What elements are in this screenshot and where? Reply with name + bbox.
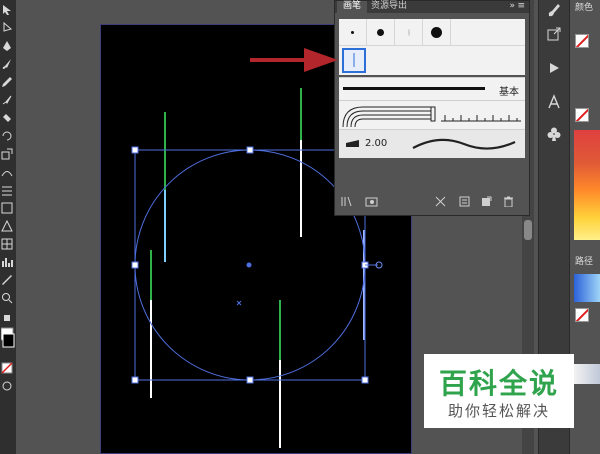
brush-cell-dot-faint[interactable]: [395, 19, 423, 46]
brush-row-pattern[interactable]: [339, 100, 525, 129]
brush-row-calligraphy[interactable]: 2.00: [339, 129, 525, 158]
watermark-logo: 百科全说 助你轻松解决: [424, 354, 574, 428]
options-icon[interactable]: [459, 196, 470, 207]
brush-cell-empty: [451, 19, 525, 46]
brush-row-basic[interactable]: 基本: [339, 77, 525, 100]
none-color-swatch[interactable]: [575, 34, 589, 48]
none-color-swatch-3[interactable]: [575, 308, 589, 322]
brush-basic-label: 基本: [499, 87, 519, 98]
brushes-panel-icon[interactable]: [546, 2, 562, 18]
scrollbar-thumb[interactable]: [524, 220, 532, 240]
brush-cell-dot-large[interactable]: [423, 19, 451, 46]
type-icon[interactable]: [546, 94, 562, 110]
watermark-title: 百科全说: [438, 367, 559, 400]
club-symbol-icon[interactable]: [546, 126, 562, 142]
watermark-subtitle: 助你轻松解决: [447, 402, 550, 420]
panel-footer: [335, 193, 529, 213]
panel-menu-icon[interactable]: ≡: [517, 1, 525, 12]
tab-pathfinder[interactable]: 路径: [575, 254, 593, 267]
tab-brushes[interactable]: 画笔: [337, 1, 368, 13]
panel-tab-bar: 画笔 资源导出 » ≡: [335, 1, 529, 13]
library-panel-icon[interactable]: [365, 196, 378, 207]
brushes-panel: 画笔 资源导出 » ≡ 基本 2.00: [334, 0, 530, 216]
gradient-swatch-light[interactable]: [574, 364, 600, 384]
calligraphy-brush-icon: [346, 140, 359, 147]
brush-cell-selected[interactable]: [342, 48, 366, 73]
export-icon[interactable]: [546, 26, 562, 42]
brush-size-value: 2.00: [365, 138, 388, 149]
brush-thumbnail-grid: [339, 19, 525, 75]
center-point: [246, 262, 252, 268]
gradient-swatch[interactable]: [574, 274, 600, 302]
tab-color[interactable]: 颜色: [575, 0, 593, 13]
color-spectrum[interactable]: [574, 130, 600, 240]
none-color-swatch-2[interactable]: [575, 108, 589, 122]
remove-stroke-icon[interactable]: [435, 196, 446, 207]
new-brush-icon[interactable]: [481, 196, 492, 207]
delete-brush-icon[interactable]: [503, 196, 514, 208]
play-icon[interactable]: [546, 60, 562, 76]
origin-marker-icon: [236, 300, 242, 306]
brush-cell-dot-medium[interactable]: [367, 19, 395, 46]
brush-library-icon[interactable]: [341, 196, 352, 207]
brush-cell-dot-small[interactable]: [339, 19, 367, 46]
tab-asset-export[interactable]: 资源导出: [365, 1, 413, 13]
annotation-arrow: [250, 48, 338, 72]
collapse-panel-icon[interactable]: »: [509, 1, 515, 12]
